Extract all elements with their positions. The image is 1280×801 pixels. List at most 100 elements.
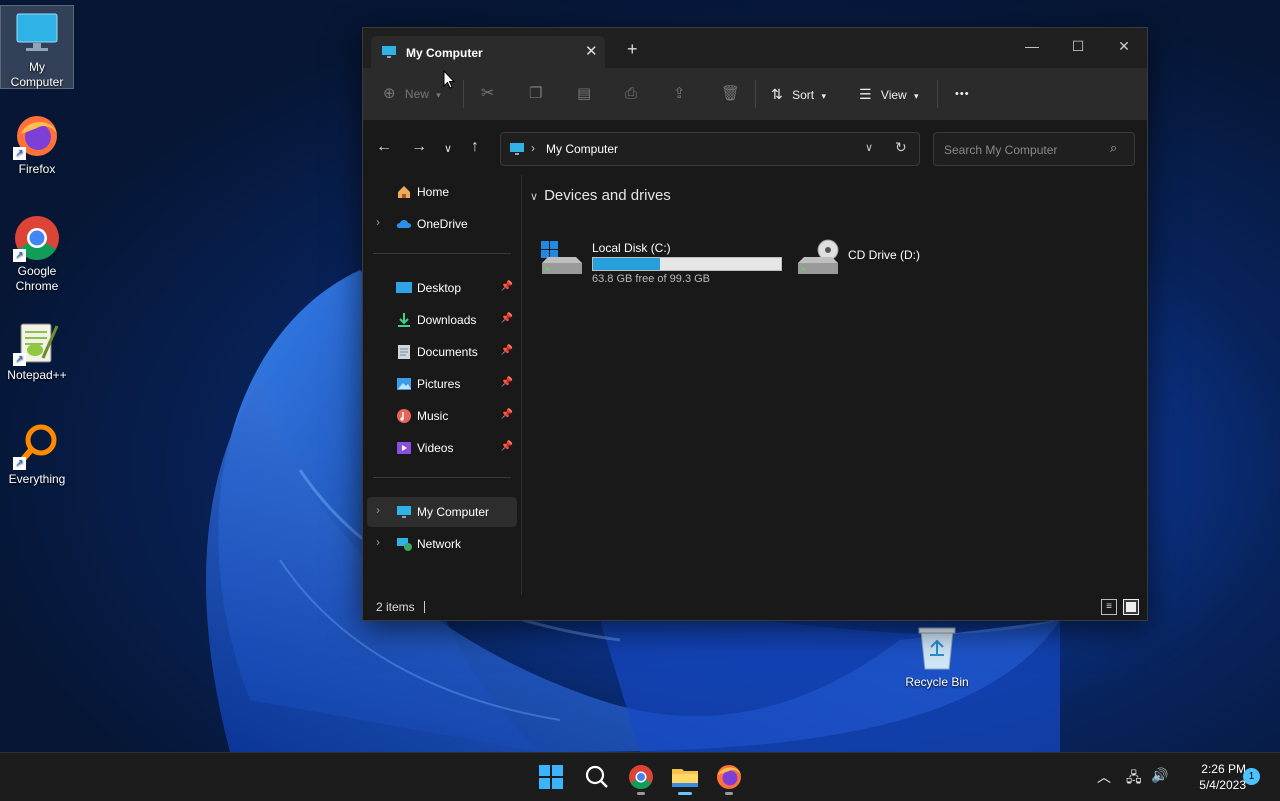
sidebar-item-onedrive[interactable]: › OneDrive bbox=[367, 209, 517, 239]
pin-icon[interactable]: 📌 bbox=[501, 377, 513, 388]
pin-icon[interactable]: 📌 bbox=[501, 313, 513, 324]
new-button[interactable]: ⊕ New ▾ bbox=[383, 82, 441, 106]
back-arrow-icon[interactable]: ← bbox=[376, 139, 392, 155]
view-button[interactable]: ☰ View ▾ bbox=[859, 82, 919, 106]
sidebar-item-label: Desktop bbox=[417, 281, 462, 295]
monitor-icon bbox=[381, 44, 397, 65]
rename-button[interactable]: ⎙ bbox=[625, 82, 637, 106]
cloud-icon bbox=[396, 216, 412, 232]
cut-button[interactable]: ✂ bbox=[481, 82, 494, 106]
minimize-button[interactable]: — bbox=[1009, 32, 1055, 60]
chevron-right-icon[interactable]: › bbox=[376, 215, 380, 229]
refresh-icon[interactable]: ↻ bbox=[895, 139, 907, 156]
breadcrumb[interactable]: My Computer bbox=[546, 142, 618, 156]
desktop-icon-my-computer[interactable]: My Computer bbox=[0, 5, 74, 89]
sidebar-item-downloads[interactable]: Downloads 📌 bbox=[367, 305, 517, 335]
sidebar-item-documents[interactable]: Documents 📌 bbox=[367, 337, 517, 367]
close-button[interactable]: ✕ bbox=[1101, 32, 1147, 60]
share-button[interactable]: ⇪ bbox=[673, 82, 686, 106]
running-indicator bbox=[678, 792, 692, 795]
running-indicator bbox=[637, 792, 645, 795]
sidebar-item-videos[interactable]: Videos 📌 bbox=[367, 433, 517, 463]
desktop-icon-recycle-bin[interactable]: Recycle Bin bbox=[900, 625, 974, 689]
taskbar-file-explorer[interactable] bbox=[669, 761, 701, 795]
view-label: View bbox=[880, 88, 907, 102]
share-icon: ⇪ bbox=[673, 85, 686, 102]
chevron-right-icon[interactable]: › bbox=[376, 535, 380, 549]
start-button[interactable] bbox=[535, 761, 567, 793]
tab-title: My Computer bbox=[406, 46, 483, 60]
volume-icon[interactable]: 🔊 bbox=[1151, 767, 1168, 784]
pin-icon[interactable]: 📌 bbox=[501, 441, 513, 452]
search-input[interactable] bbox=[942, 140, 1106, 160]
show-hidden-icons-chevron-icon[interactable]: ︿ bbox=[1097, 767, 1111, 787]
drive-usage-fill bbox=[593, 258, 661, 270]
video-icon bbox=[396, 440, 412, 456]
network-icon bbox=[396, 536, 412, 552]
sidebar-item-label: Network bbox=[417, 537, 462, 551]
search-icon: ⌕ bbox=[1110, 140, 1118, 155]
tab-close-icon[interactable]: ✕ bbox=[585, 42, 598, 60]
search-box[interactable]: ⌕ bbox=[933, 132, 1135, 166]
sort-icon: ⇅ bbox=[771, 86, 783, 102]
sort-button[interactable]: ⇅ Sort ▾ bbox=[771, 82, 826, 106]
command-bar: ⊕ New ▾ ✂ ❐ ▤ ⎙ ⇪ 🗑 ⇅ Sort ▾ ☰ View ▾ ••… bbox=[363, 68, 1147, 121]
paste-button[interactable]: ▤ bbox=[577, 82, 591, 106]
up-arrow-icon[interactable]: ↑ bbox=[471, 139, 479, 155]
chevron-down-icon[interactable]: ∨ bbox=[865, 141, 873, 154]
taskbar-firefox[interactable] bbox=[713, 761, 745, 795]
desktop-icon-label: Firefox bbox=[18, 162, 56, 176]
sidebar-item-label: Home bbox=[417, 185, 450, 199]
sidebar-item-network[interactable]: › Network bbox=[367, 529, 517, 559]
desktop-icon-everything[interactable]: ↗ Everything bbox=[1, 418, 73, 487]
copy-button[interactable]: ❐ bbox=[529, 82, 542, 106]
tab-my-computer[interactable]: My Computer ✕ bbox=[371, 36, 605, 68]
pin-icon[interactable]: 📌 bbox=[501, 281, 513, 292]
recent-locations-chevron-icon[interactable]: ∨ bbox=[444, 141, 452, 157]
taskbar-search-button[interactable] bbox=[581, 761, 613, 793]
pictures-icon bbox=[396, 376, 412, 392]
sidebar-item-label: My Computer bbox=[417, 505, 490, 519]
desktop-icon-chrome[interactable]: ↗ Google Chrome bbox=[1, 210, 73, 294]
system-clock[interactable]: 2:26 PM 5/4/2023 bbox=[1172, 761, 1246, 793]
address-row: ← → ∨ ↑ › My Computer ∨ ↻ ⌕ bbox=[363, 121, 1147, 175]
sidebar-item-home[interactable]: Home bbox=[367, 177, 517, 207]
new-tab-button[interactable]: + bbox=[627, 40, 638, 58]
group-header-devices[interactable]: ∨ Devices and drives bbox=[530, 187, 671, 204]
running-indicator bbox=[725, 792, 733, 795]
details-view-icon[interactable]: ≡ bbox=[1101, 599, 1117, 615]
nav-divider bbox=[373, 253, 511, 254]
pin-icon[interactable]: 📌 bbox=[501, 409, 513, 420]
file-explorer-window: My Computer ✕ + — ☐ ✕ ⊕ New ▾ ✂ ❐ ▤ ⎙ ⇪ … bbox=[362, 27, 1148, 621]
sidebar-item-desktop[interactable]: Desktop 📌 bbox=[367, 273, 517, 303]
monitor-icon bbox=[509, 141, 525, 162]
address-bar[interactable]: › My Computer ∨ ↻ bbox=[500, 132, 920, 166]
sidebar-item-pictures[interactable]: Pictures 📌 bbox=[367, 369, 517, 399]
tiles-view-icon[interactable] bbox=[1123, 599, 1139, 615]
new-label: New bbox=[404, 87, 429, 101]
home-icon bbox=[396, 184, 412, 200]
more-options-button[interactable]: ••• bbox=[955, 82, 970, 106]
desktop-icon-notepadpp[interactable]: ↗ Notepad++ bbox=[1, 314, 73, 383]
clock-time: 2:26 PM bbox=[1201, 762, 1246, 776]
title-bar[interactable]: My Computer ✕ + — ☐ ✕ bbox=[363, 28, 1147, 68]
forward-arrow-icon[interactable]: → bbox=[411, 139, 427, 155]
search-icon bbox=[585, 765, 608, 788]
network-status-icon[interactable]: 🖧 bbox=[1126, 767, 1142, 791]
sidebar-item-label: Pictures bbox=[417, 377, 461, 391]
sidebar-item-music[interactable]: Music 📌 bbox=[367, 401, 517, 431]
delete-button[interactable]: 🗑 bbox=[721, 82, 740, 106]
chevron-right-icon[interactable]: › bbox=[376, 503, 380, 517]
content-area: ∨ Devices and drives Local Disk (C:) 63.8… bbox=[522, 175, 1146, 595]
pin-icon[interactable]: 📌 bbox=[501, 345, 513, 356]
desktop-icon-label: Notepad++ bbox=[7, 368, 67, 382]
taskbar-chrome[interactable] bbox=[625, 761, 657, 795]
drive-cd-d[interactable]: CD Drive (D:) bbox=[796, 237, 956, 285]
desktop-icon-firefox[interactable]: ↗ Firefox bbox=[1, 108, 73, 177]
group-header-label: Devices and drives bbox=[544, 187, 671, 204]
drive-local-disk-c[interactable]: Local Disk (C:) 63.8 GB free of 99.3 GB bbox=[540, 237, 790, 285]
toolbar-divider bbox=[937, 80, 938, 108]
sidebar-item-my-computer[interactable]: › My Computer bbox=[367, 497, 517, 527]
notification-badge[interactable]: 1 bbox=[1243, 768, 1260, 785]
maximize-button[interactable]: ☐ bbox=[1055, 32, 1101, 60]
